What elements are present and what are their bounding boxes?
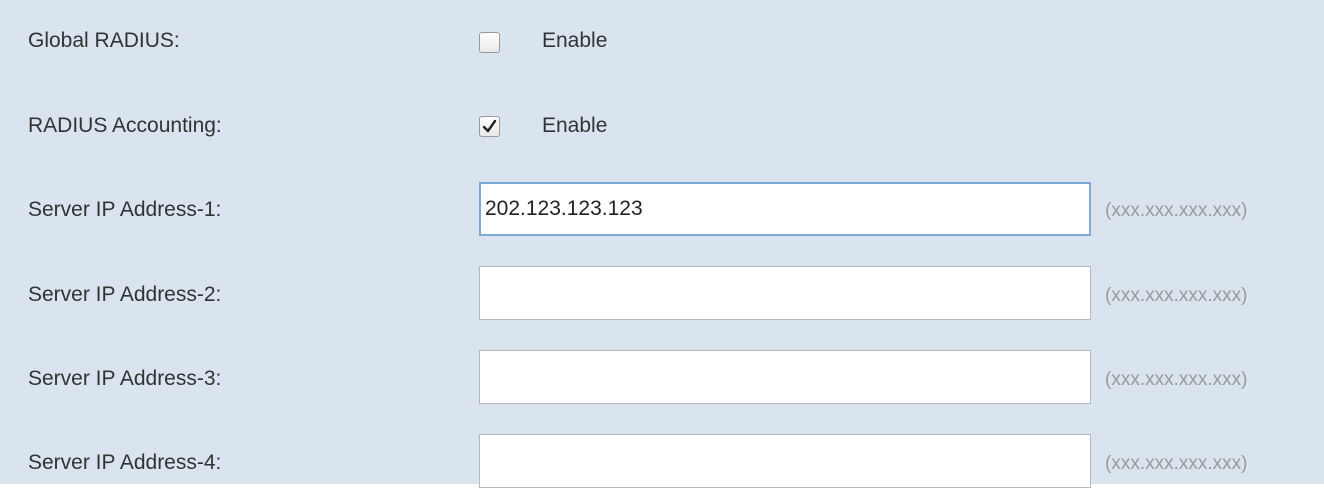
checkmark-icon bbox=[482, 119, 497, 133]
server-ip-1-format-hint: (xxx.xxx.xxx.xxx) bbox=[1105, 200, 1248, 221]
server-ip-3-label: Server IP Address-3: bbox=[28, 367, 222, 390]
radius-accounting-label: RADIUS Accounting: bbox=[28, 114, 222, 137]
server-ip-3-input[interactable] bbox=[479, 350, 1091, 404]
server-ip-1-input[interactable] bbox=[479, 182, 1091, 236]
server-ip-2-format-hint: (xxx.xxx.xxx.xxx) bbox=[1105, 285, 1248, 306]
server-ip-2-input[interactable] bbox=[479, 266, 1091, 320]
server-ip-1-label: Server IP Address-1: bbox=[28, 198, 222, 221]
global-radius-checkbox[interactable] bbox=[479, 32, 500, 53]
radius-settings-panel: Global RADIUS: Enable RADIUS Accounting:… bbox=[0, 0, 1324, 488]
radius-accounting-enable-label[interactable]: Enable bbox=[542, 114, 607, 138]
global-radius-label: Global RADIUS: bbox=[28, 29, 180, 52]
server-ip-4-input[interactable] bbox=[479, 434, 1091, 488]
server-ip-4-format-hint: (xxx.xxx.xxx.xxx) bbox=[1105, 453, 1248, 474]
server-ip-3-format-hint: (xxx.xxx.xxx.xxx) bbox=[1105, 369, 1248, 390]
server-ip-4-label: Server IP Address-4: bbox=[28, 451, 222, 474]
server-ip-2-label: Server IP Address-2: bbox=[28, 283, 222, 306]
global-radius-enable-label[interactable]: Enable bbox=[542, 29, 607, 53]
radius-accounting-checkbox[interactable] bbox=[479, 116, 500, 137]
